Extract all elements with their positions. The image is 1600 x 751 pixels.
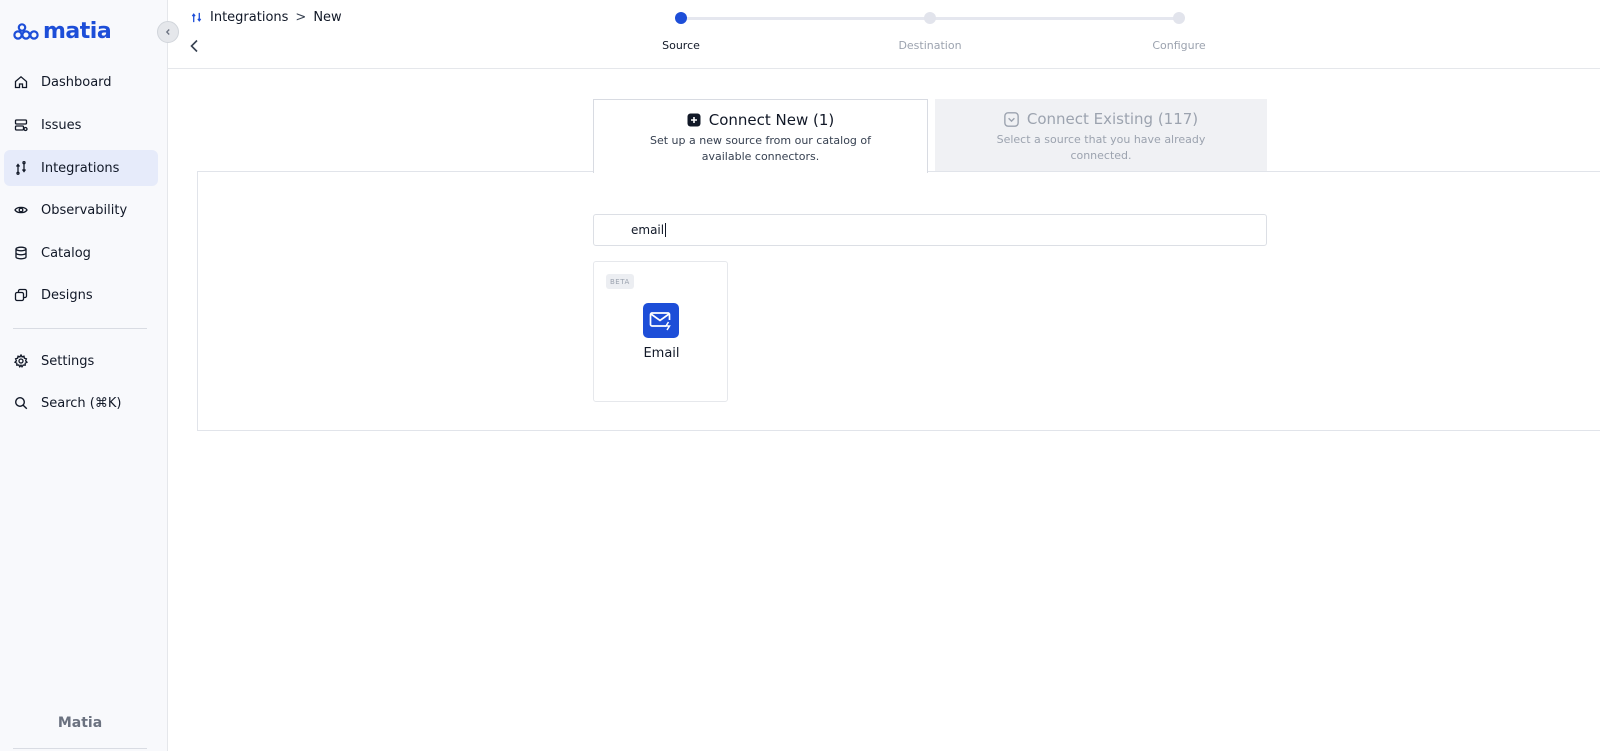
logo[interactable]: matia — [13, 19, 112, 44]
logo-icon — [13, 22, 39, 40]
sidebar-item-label: Designs — [41, 287, 93, 303]
plus-square-icon — [687, 113, 701, 127]
breadcrumb-current: New — [313, 10, 342, 25]
tab-connect-new[interactable]: Connect New (1) Set up a new source from… — [593, 99, 928, 173]
tab-connect-existing-title: Connect Existing (117) — [935, 110, 1267, 128]
connector-card-email[interactable]: BETA Email — [593, 261, 728, 402]
sidebar-item-label: Search (⌘K) — [41, 395, 122, 411]
search-input[interactable]: email — [593, 214, 1267, 246]
beta-badge: BETA — [606, 274, 634, 289]
step-label-configure: Configure — [1152, 39, 1206, 52]
tab-connect-existing-label: Connect Existing (117) — [1026, 110, 1199, 128]
issues-icon — [13, 117, 29, 133]
sidebar-item-label: Settings — [41, 353, 95, 369]
text-caret — [665, 223, 667, 237]
tab-connect-new-title: Connect New (1) — [594, 111, 927, 129]
sidebar-item-label: Integrations — [41, 160, 120, 176]
eye-icon — [13, 202, 29, 218]
chevron-down-square-icon — [1004, 111, 1019, 127]
chevron-left-icon — [165, 29, 170, 35]
gear-icon — [13, 353, 29, 369]
sidebar-item-catalog[interactable]: Catalog — [4, 235, 158, 271]
sidebar-item-observability[interactable]: Observability — [4, 192, 158, 228]
step-dot-source[interactable] — [675, 12, 687, 24]
step-dot-configure[interactable] — [1173, 12, 1185, 24]
tab-connect-existing[interactable]: Connect Existing (117) Select a source t… — [935, 99, 1267, 172]
sidebar-item-designs[interactable]: Designs — [4, 277, 158, 313]
sidebar-item-settings[interactable]: Settings — [4, 343, 158, 379]
tab-connect-new-label: Connect New (1) — [708, 111, 835, 129]
sidebar-item-integrations[interactable]: Integrations — [4, 150, 158, 186]
sidebar-item-dashboard[interactable]: Dashboard — [4, 64, 158, 100]
sidebar-collapse-button[interactable] — [157, 21, 179, 43]
breadcrumb: Integrations > New — [190, 10, 342, 25]
sidebar-item-issues[interactable]: Issues — [4, 107, 158, 143]
database-icon — [13, 245, 29, 261]
sidebar-item-label: Catalog — [41, 245, 91, 261]
sidebar: matia Dashboard Issues Integrations Obse… — [0, 0, 168, 751]
sidebar-item-search[interactable]: Search (⌘K) — [4, 385, 158, 421]
search-input-value: email — [631, 223, 665, 237]
home-icon — [13, 74, 29, 90]
header-divider — [168, 68, 1600, 69]
search-icon — [13, 395, 29, 411]
designs-icon — [13, 287, 29, 303]
sidebar-item-label: Issues — [41, 117, 82, 133]
tab-connect-new-description: Set up a new source from our catalog of … — [649, 134, 872, 163]
breadcrumb-section-link[interactable]: Integrations — [210, 10, 288, 25]
step-label-source: Source — [662, 39, 700, 52]
step-dot-destination[interactable] — [924, 12, 936, 24]
back-button[interactable] — [188, 38, 202, 58]
integrations-icon — [13, 160, 29, 176]
sidebar-item-label: Dashboard — [41, 74, 112, 90]
integrations-icon — [191, 12, 202, 23]
sidebar-footer-brand: Matia — [57, 715, 103, 731]
connectors-panel — [197, 171, 1600, 431]
sidebar-divider — [13, 328, 147, 329]
tab-connect-existing-description: Select a source that you have already co… — [996, 133, 1206, 162]
logo-text: matia — [43, 19, 112, 44]
breadcrumb-separator: > — [295, 10, 307, 25]
sidebar-footer-divider — [13, 748, 147, 749]
chevron-left-icon — [190, 39, 198, 53]
step-label-destination: Destination — [898, 39, 962, 52]
email-icon — [643, 303, 679, 338]
connector-card-label: Email — [643, 346, 680, 361]
sidebar-item-label: Observability — [41, 202, 128, 218]
